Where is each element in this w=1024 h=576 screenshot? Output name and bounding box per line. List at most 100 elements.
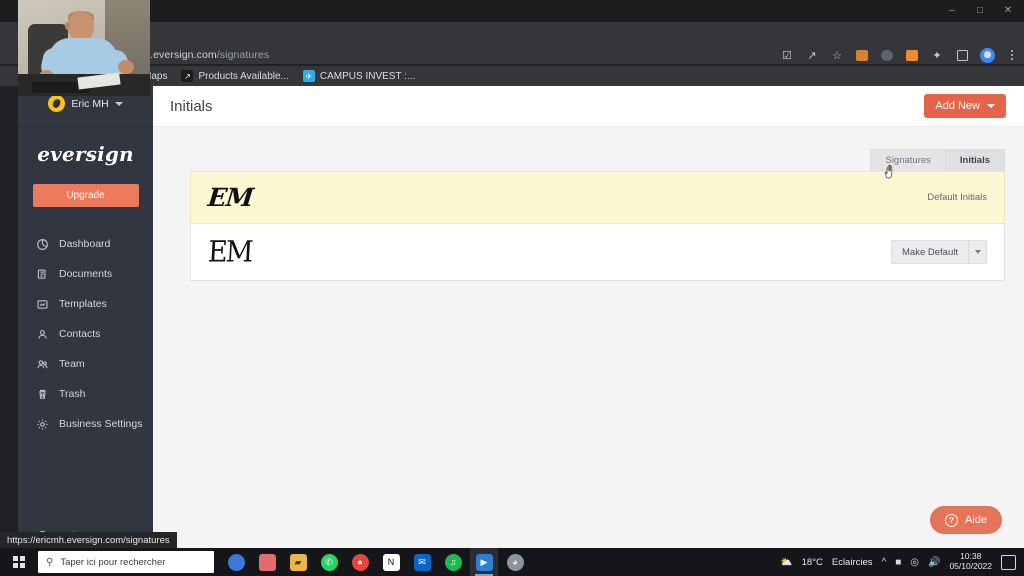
chevron-down-icon — [987, 104, 995, 108]
initials-row-default[interactable]: EM Default Initials — [190, 171, 1005, 224]
chevron-up-icon[interactable]: ^ — [882, 557, 887, 568]
spotify-icon[interactable]: ♫ — [439, 548, 467, 576]
cortana-icon[interactable] — [222, 548, 250, 576]
sidebar-item-label: Templates — [59, 298, 107, 310]
file-explorer-icon[interactable]: ▰ — [284, 548, 312, 576]
whatsapp-icon[interactable]: ✆ — [315, 548, 343, 576]
taskview-icon[interactable] — [253, 548, 281, 576]
weather-icon[interactable]: ⛅ — [780, 557, 792, 568]
help-widget-button[interactable]: ? Aide — [929, 506, 1002, 534]
profile-avatar[interactable] — [979, 47, 995, 63]
search-icon: ⚲ — [46, 556, 54, 568]
notifications-icon[interactable] — [1001, 554, 1016, 570]
app-icon[interactable]: ◕ — [501, 548, 529, 576]
status-badge: Default Initials — [927, 192, 987, 203]
bookmark-item[interactable]: ↗ Products Available... — [181, 70, 289, 82]
bookmark-label: Products Available... — [198, 70, 289, 82]
weather-desc: Eclaircies — [831, 556, 873, 568]
extension-icon-2[interactable] — [879, 47, 895, 63]
translate-icon[interactable]: ☑ — [779, 47, 795, 63]
main-content: Initials Add New Signatures Initials EM … — [153, 86, 1024, 548]
signature-preview: EM — [207, 235, 253, 269]
extension-icon-3[interactable] — [904, 47, 920, 63]
sidebar-item-label: Team — [59, 358, 85, 370]
page-header: Initials Add New — [153, 86, 1024, 127]
webcam-overlay — [18, 0, 150, 96]
screen: – □ ✕ ericmh.eversign.com/signatures ☑ ↗… — [0, 0, 1024, 576]
volume-icon[interactable]: 🔊 — [928, 557, 940, 568]
taskbar-search[interactable]: ⚲ Taper ici pour rechercher — [38, 551, 214, 573]
windows-logo-icon — [13, 556, 25, 568]
row-actions: Make Default — [891, 240, 987, 264]
app-sidebar: Eric MH eversign Upgrade Dashboard Docum… — [18, 86, 153, 548]
chrome-icon[interactable]: ● — [346, 548, 374, 576]
close-icon[interactable]: ✕ — [994, 0, 1022, 22]
menu-kebab-icon[interactable] — [1004, 47, 1020, 63]
video-player-icon[interactable]: ▶ — [470, 548, 498, 576]
page-viewport: Eric MH eversign Upgrade Dashboard Docum… — [18, 86, 1024, 548]
bookmark-star-icon[interactable]: ☆ — [829, 47, 845, 63]
sidepanel-icon[interactable] — [954, 47, 970, 63]
battery-icon[interactable]: ■ — [895, 557, 901, 568]
initials-row[interactable]: EM Make Default — [190, 224, 1005, 281]
share-icon[interactable]: ↗ — [804, 47, 820, 63]
chevron-down-icon — [974, 250, 981, 254]
sidebar-item-dashboard[interactable]: Dashboard — [18, 229, 153, 259]
browser-window: – □ ✕ ericmh.eversign.com/signatures ☑ ↗… — [0, 0, 1024, 548]
make-default-button[interactable]: Make Default — [891, 240, 968, 264]
sidebar-item-label: Business Settings — [59, 418, 143, 430]
bookmark-item[interactable]: ✈ CAMPUS INVEST :... — [302, 70, 415, 82]
sidebar-item-team[interactable]: Team — [18, 349, 153, 379]
make-default-dropdown-button[interactable] — [968, 240, 987, 264]
tab-initials[interactable]: Initials — [945, 149, 1005, 171]
notion-icon[interactable]: N — [377, 548, 405, 576]
make-default-group: Make Default — [891, 240, 987, 264]
clock-date: 05/10/2022 — [949, 561, 992, 571]
address-bar[interactable]: ericmh.eversign.com/signatures — [118, 44, 778, 66]
help-widget-label: Aide — [964, 514, 987, 526]
sidebar-item-label: Trash — [59, 388, 86, 400]
initials-list: EM Default Initials EM Make Default — [190, 171, 1005, 281]
dashboard-icon — [36, 238, 49, 251]
extension-icon-1[interactable] — [854, 47, 870, 63]
tab-signatures[interactable]: Signatures — [870, 149, 946, 171]
trash-icon — [36, 388, 49, 401]
system-tray: ⛅ 18°C Eclaircies ^ ■ ◎ 🔊 10:38 05/10/20… — [780, 551, 1024, 572]
sidebar-item-label: Documents — [59, 268, 113, 280]
start-button[interactable] — [0, 548, 38, 576]
sidebar-item-templates[interactable]: Templates — [18, 289, 153, 319]
maximize-icon[interactable]: □ — [966, 0, 994, 22]
question-mark-icon: ? — [944, 513, 958, 527]
window-controls: – □ ✕ — [938, 0, 1022, 22]
minimize-icon[interactable]: – — [938, 0, 966, 22]
gear-icon — [36, 418, 49, 431]
telegram-icon: ✈ — [302, 70, 315, 82]
sidebar-item-business-settings[interactable]: Business Settings — [18, 409, 153, 439]
page-title: Initials — [170, 97, 213, 115]
sidebar-item-contacts[interactable]: Contacts — [18, 319, 153, 349]
clock[interactable]: 10:38 05/10/2022 — [949, 551, 992, 572]
upgrade-button[interactable]: Upgrade — [32, 184, 139, 207]
templates-icon — [36, 298, 49, 311]
bookmarks-bar: ● Maps ↗ Products Available... ✈ CAMPUS … — [0, 66, 1024, 86]
add-new-label: Add New — [935, 100, 980, 112]
link-icon: ↗ — [181, 70, 194, 82]
windows-taskbar: ⚲ Taper ici pour rechercher ▰ ✆ ● N ✉ ♫ … — [0, 548, 1024, 576]
outlook-icon[interactable]: ✉ — [408, 548, 436, 576]
row-actions: Default Initials — [927, 192, 987, 203]
weather-temp: 18°C — [801, 556, 823, 568]
sidebar-item-trash[interactable]: Trash — [18, 379, 153, 409]
user-name: Eric MH — [71, 97, 109, 110]
network-icon[interactable]: ◎ — [910, 557, 919, 568]
puzzle-icon[interactable]: ✦ — [929, 47, 945, 63]
signature-preview: EM — [206, 183, 255, 212]
url-path: /signatures — [216, 49, 270, 61]
sidebar-item-label: Dashboard — [59, 238, 111, 250]
user-avatar — [48, 95, 66, 112]
add-new-button[interactable]: Add New — [924, 94, 1006, 118]
sidebar-item-documents[interactable]: Documents — [18, 259, 153, 289]
browser-titlebar: – □ ✕ — [0, 0, 1024, 22]
search-placeholder: Taper ici pour rechercher — [60, 556, 166, 568]
team-icon — [36, 358, 49, 371]
contacts-icon — [36, 328, 49, 341]
